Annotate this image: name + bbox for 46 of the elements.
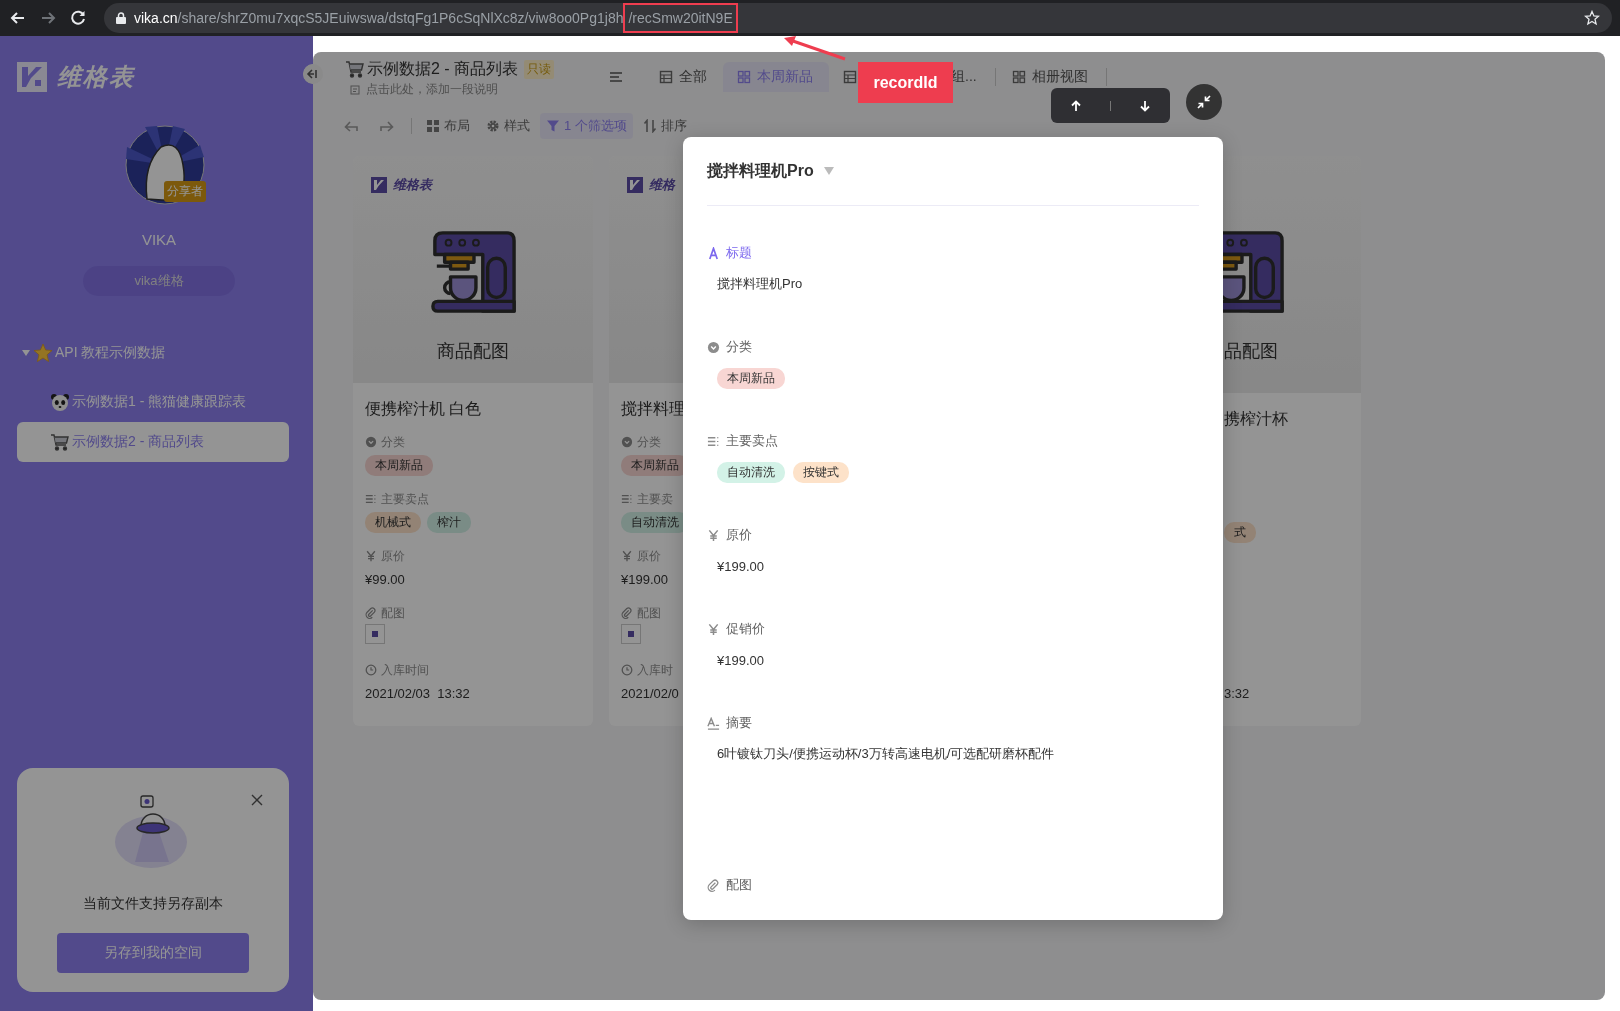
tag: 榨汁 [427, 511, 471, 533]
read-only-badge: 只读 [524, 59, 555, 79]
url-host: vika.cn [134, 10, 178, 26]
field-label: 标题 [726, 244, 752, 262]
tag: 本周新品 [365, 454, 433, 476]
tag: 本周新品 [717, 367, 785, 389]
field-label: 主要卖点 [381, 490, 429, 508]
field-label: 配图 [637, 604, 661, 622]
cover-logo-text: 维格表 [393, 176, 432, 194]
field-label: 促销价 [726, 620, 765, 638]
card-title: 搅拌料理 [621, 399, 686, 419]
field-label: 入库时间 [381, 661, 429, 679]
field-value: ¥99.00 [365, 571, 405, 587]
field-label: 配图 [726, 876, 752, 894]
field-label: 分类 [726, 338, 752, 356]
cover-caption: 商品配图 [437, 340, 509, 363]
tag: 按键式 [793, 461, 849, 483]
field-label: 原价 [637, 547, 661, 565]
field-value: 3:32 [1224, 685, 1250, 701]
url-highlight: /recSmw20itN9E [623, 3, 738, 33]
field-label: 分类 [637, 433, 661, 451]
tag: 自动清洗 [717, 461, 785, 483]
field-label: 分类 [381, 433, 405, 451]
tag: 式 [1224, 521, 1256, 543]
cover-caption: 品配图 [1224, 340, 1278, 363]
field-label: 主要卖点 [726, 432, 778, 450]
field-label: 摘要 [726, 714, 752, 732]
field-value: 2021/02/03 13:32 [365, 685, 470, 701]
role-badge: 分享者 [164, 181, 206, 202]
user-name: VIKA [140, 231, 178, 248]
field-label: 原价 [381, 547, 405, 565]
field-label: 原价 [726, 526, 752, 544]
field-label: 入库时 [637, 661, 673, 679]
card-title: 携榨汁杯 [1224, 409, 1289, 429]
cover-logo-text: 维格 [649, 176, 675, 194]
record-id-tooltip: recordId [858, 62, 953, 103]
card-title: 便携榨汁机 白色 [365, 399, 483, 419]
field-label: 主要卖 [637, 490, 673, 508]
field-value: 2021/02/0 [621, 685, 679, 701]
tag: 机械式 [365, 511, 421, 533]
field-value: ¥199.00 [621, 571, 668, 587]
record-title: 搅拌料理机Pro [707, 160, 814, 181]
promo-text: 当前文件支持另存副本 [83, 895, 223, 913]
url-path: /share/shrZ0mu7xqcS5JEuiwswa/dstqFg1P6cSqNlXc8z/viw8oo0Pg1j8h [177, 10, 624, 26]
brand-name: 维格表 [57, 62, 135, 92]
field-label: 配图 [381, 604, 405, 622]
